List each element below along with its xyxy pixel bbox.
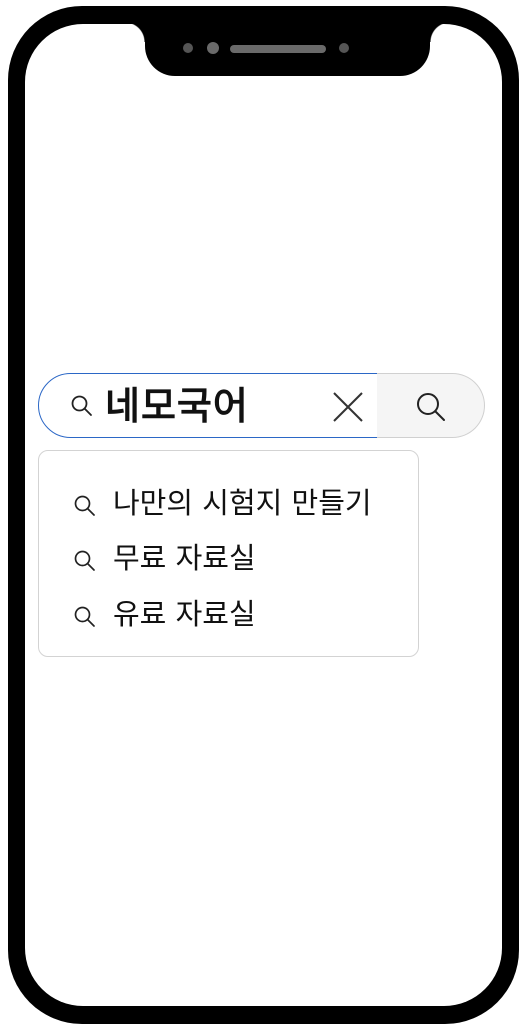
search-icon <box>74 495 95 516</box>
search-icon <box>70 394 94 418</box>
search-icon <box>74 606 95 627</box>
sensor-dot <box>183 43 193 53</box>
suggestion-label: 유료 자료실 <box>113 597 256 631</box>
suggestion-item[interactable]: 나만의 시험지 만들기 <box>69 483 414 523</box>
search-icon <box>74 550 95 571</box>
camera-icon <box>207 42 219 54</box>
search-query-text[interactable]: 네모국어 <box>105 382 249 430</box>
search-submit-button[interactable] <box>377 373 485 438</box>
search-icon <box>417 393 445 421</box>
search-input[interactable]: 네모국어 <box>38 373 378 438</box>
clear-button[interactable] <box>331 390 365 424</box>
suggestion-label: 무료 자료실 <box>113 541 256 575</box>
suggestion-dropdown: 나만의 시험지 만들기 무료 자료실 유료 자료실 <box>38 450 419 657</box>
suggestion-item[interactable]: 유료 자료실 <box>69 594 414 634</box>
close-icon <box>333 392 363 422</box>
suggestion-item[interactable]: 무료 자료실 <box>69 538 414 578</box>
phone-notch <box>125 24 450 76</box>
suggestion-label: 나만의 시험지 만들기 <box>113 486 372 520</box>
search-bar: 네모국어 <box>38 373 486 440</box>
sensor-dot <box>339 43 349 53</box>
speaker-grille <box>230 45 326 53</box>
